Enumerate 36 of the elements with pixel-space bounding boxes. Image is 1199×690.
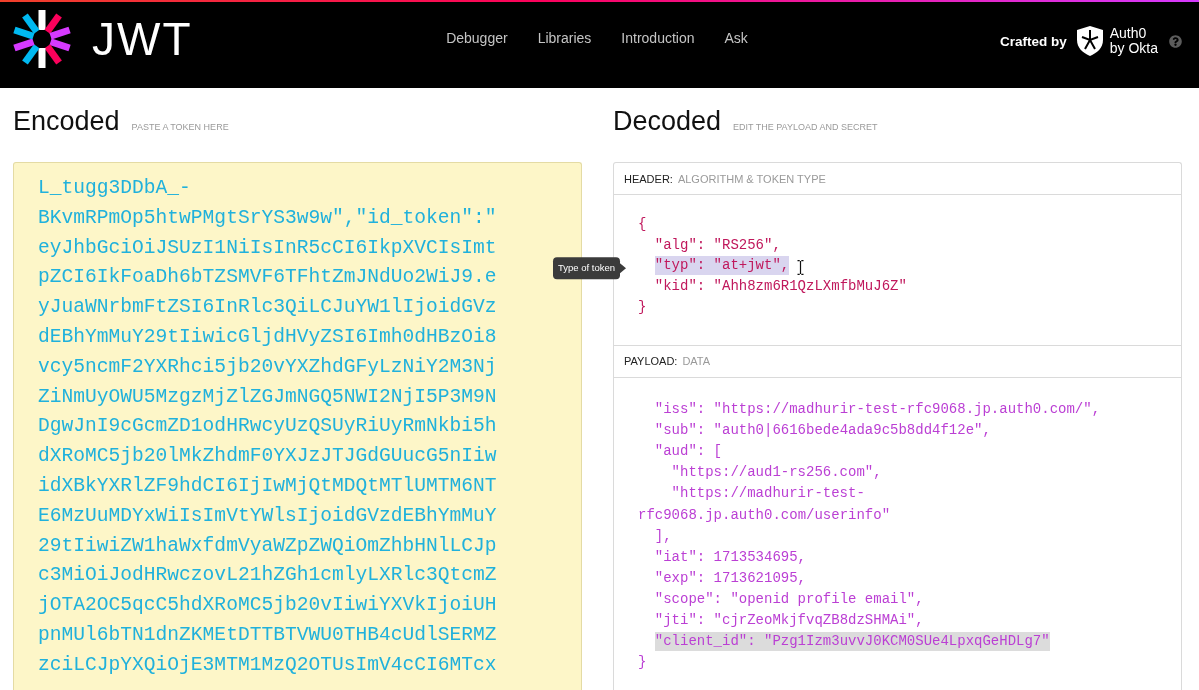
section-hint: PASTE A TOKEN HERE	[131, 122, 229, 132]
nav-link[interactable]: Debugger	[446, 30, 508, 46]
tooltip: Type of token	[552, 257, 626, 280]
code-line: "jti": "cjrZeoMkjfvqZB8dzSHMAi",	[654, 610, 924, 630]
code-line: "alg": "RS256",	[654, 235, 781, 255]
code-line: "iat": 1713534695,	[654, 547, 807, 567]
code-line: "kid": "Ahh8zm6R1QzLXmfbMuJ6Z"	[654, 277, 907, 297]
code-line: "aud": [	[654, 442, 722, 462]
help-icon[interactable]	[1169, 34, 1182, 48]
section-caption: ALGORITHM & TOKEN TYPE	[677, 172, 826, 185]
nav-link[interactable]: Libraries	[537, 30, 592, 46]
code-line: }	[638, 298, 647, 318]
nav-link[interactable]: Introduction	[621, 30, 695, 46]
code-line: }	[638, 653, 647, 673]
code-line: "sub": "auth0|6616bede4ada9c5b8dd4f12e",	[654, 421, 991, 441]
code-line: ],	[654, 526, 672, 546]
section-label: PAYLOAD:	[624, 355, 678, 368]
credit-label: Crafted by	[1000, 33, 1067, 49]
shield-icon	[1076, 26, 1103, 56]
code-line: "https://madhurir-test-	[671, 484, 865, 504]
code-line: "scope": "openid profile email",	[654, 589, 924, 609]
code-line: "https://aud1-rs256.com",	[671, 463, 882, 483]
logo-text[interactable]: JWT	[92, 16, 193, 62]
code-line: "exp": 1713621095,	[654, 568, 807, 588]
logo-icon[interactable]	[12, 9, 72, 69]
section-title: Decoded	[613, 105, 722, 138]
section-label: HEADER:	[624, 172, 673, 185]
text-cursor-icon	[797, 260, 805, 276]
section-hint: EDIT THE PAYLOAD AND SECRET	[733, 122, 878, 132]
code-line: "iss": "https://madhurir-test-rfc9068.jp.auth0.com/",	[654, 400, 1101, 420]
code-line: {	[638, 214, 647, 234]
nav-link[interactable]: Ask	[724, 30, 748, 46]
section-caption: DATA	[682, 355, 711, 368]
brand-name[interactable]: Auth0 by Okta	[1109, 26, 1158, 56]
section-title: Encoded	[13, 105, 120, 138]
code-line: rfc9068.jp.auth0.com/userinfo"	[638, 505, 891, 525]
